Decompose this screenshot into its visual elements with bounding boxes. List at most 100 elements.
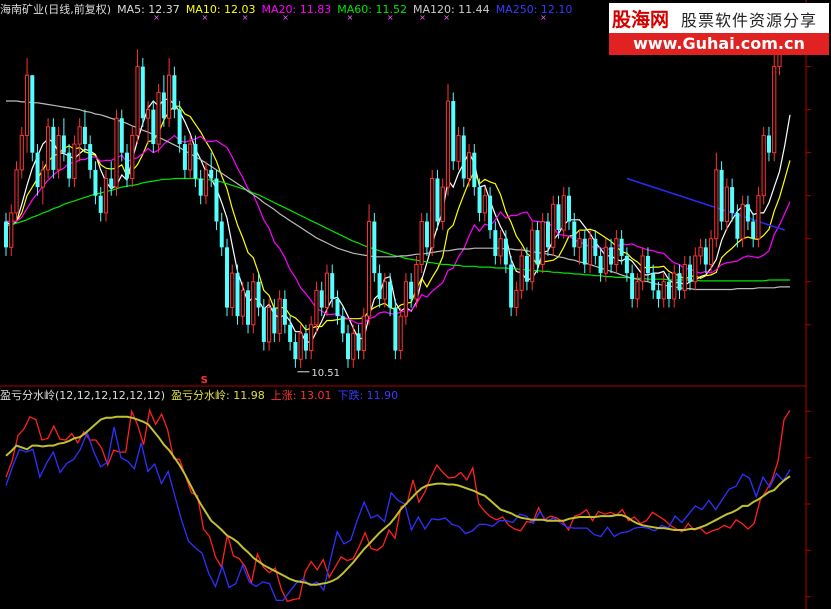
- ma250-label: MA250: 12.10: [495, 3, 573, 16]
- candle-body-down: [472, 152, 477, 188]
- candle-body-up: [230, 272, 235, 309]
- candle-body-down: [656, 290, 661, 299]
- candle-body-down: [751, 221, 756, 239]
- candle-body-up: [40, 169, 45, 188]
- signal-s-marker: S: [201, 375, 208, 386]
- candle-body-down: [82, 126, 87, 145]
- candle-body-down: [224, 247, 229, 308]
- candle-body-down: [666, 281, 671, 299]
- candle-body-up: [772, 66, 777, 154]
- candle-body-down: [51, 126, 56, 170]
- candle-body-up: [56, 134, 61, 171]
- candle-body-down: [582, 238, 587, 265]
- candle-body-up: [72, 143, 77, 179]
- candle-body-down: [424, 221, 429, 248]
- candle-body-up: [188, 143, 193, 171]
- candle-body-up: [640, 255, 645, 283]
- ma20-label: MA20: 11.83: [261, 3, 332, 16]
- candle-body-down: [488, 195, 493, 231]
- indicator-up-line: [5, 408, 791, 603]
- candle-body-up: [587, 238, 593, 266]
- candle-body-down: [303, 333, 308, 351]
- candle-body-down: [30, 75, 35, 153]
- candle-body-up: [114, 117, 119, 188]
- candle-body-down: [677, 273, 682, 291]
- candle-body-down: [261, 307, 266, 342]
- candle-body-up: [498, 238, 503, 257]
- candle-body-down: [140, 66, 145, 119]
- candle-body-down: [572, 221, 577, 248]
- candle-body-down: [619, 238, 624, 256]
- indicator-lines: [5, 408, 791, 603]
- candle-body-up: [130, 134, 135, 179]
- indicator-header: 盈亏分水岭(12,12,12,12,12,12) 盈亏分水岭: 11.98 上涨: …: [0, 390, 404, 402]
- candle-body-down: [346, 333, 351, 360]
- ma250-line: [626, 177, 785, 231]
- candle-body-down: [609, 247, 614, 265]
- candle-body-down: [214, 178, 219, 222]
- candle-body-up: [740, 203, 745, 240]
- candle-body-up: [551, 203, 556, 248]
- candle-body-up: [366, 221, 372, 317]
- candle-body-down: [151, 109, 156, 145]
- price-header: 海南矿业(日线,前复权) MA5: 12.37 MA10: 12.03 MA20: 1…: [0, 4, 578, 16]
- candle-body-down: [730, 187, 735, 213]
- candle-body-down: [109, 178, 114, 188]
- candle-body-down: [98, 195, 103, 213]
- candle-body-up: [314, 289, 319, 326]
- candle-body-down: [35, 152, 40, 188]
- candle-body-up: [251, 281, 256, 326]
- indicator-title: 盈亏分水岭(12,12,12,12,12,12): [0, 389, 166, 402]
- watermark-brand: 股海网: [612, 9, 670, 31]
- candle-body-up: [277, 298, 282, 334]
- candle-body-up: [482, 195, 487, 214]
- candle-body-down: [282, 298, 287, 325]
- candle-body-down: [209, 169, 214, 179]
- candle-body-up: [351, 332, 356, 360]
- candle-body-down: [4, 221, 8, 248]
- candle-body-up: [540, 221, 545, 266]
- candle-body-down: [651, 273, 656, 291]
- candle-body-down: [593, 238, 598, 256]
- candle-body-down: [272, 307, 277, 334]
- candle-body-up: [203, 169, 209, 197]
- candle-body-down: [477, 187, 482, 213]
- candle-body-down: [567, 195, 572, 222]
- ma10-label: MA10: 12.03: [185, 3, 256, 16]
- candle-body-up: [682, 264, 687, 291]
- stock-chart: × × × × × × × × ×10.51S: [0, 0, 811, 609]
- candle-body-up: [309, 324, 314, 352]
- candle-body-down: [451, 101, 456, 162]
- candle-body-up: [19, 134, 24, 171]
- candle-body-down: [503, 238, 508, 265]
- candle-body-down: [288, 324, 293, 342]
- candle-body-up: [440, 186, 445, 223]
- candle-body-down: [535, 230, 540, 265]
- candle-body-up: [45, 126, 51, 171]
- candle-body-up: [530, 229, 535, 283]
- candle-body-down: [172, 75, 177, 110]
- candle-body-up: [298, 332, 303, 360]
- candle-body-up: [135, 66, 140, 136]
- candle-body-down: [119, 118, 124, 153]
- candle-body-down: [372, 221, 377, 274]
- candle-body-up: [708, 238, 714, 266]
- candle-body-down: [703, 247, 708, 265]
- candle-body-up: [266, 307, 272, 343]
- candle-body-down: [645, 255, 650, 274]
- indicator-line1-label: 盈亏分水岭: 11.98: [171, 389, 265, 402]
- candle-body-up: [240, 289, 245, 317]
- watermark-url: www.Guhai.com.cn: [609, 33, 829, 55]
- watermark-logo: 股海网 股票软件资源分享 www.Guhai.com.cn: [609, 3, 829, 55]
- candle-body-down: [766, 135, 771, 153]
- candle-body-down: [319, 290, 324, 308]
- candle-body-up: [9, 212, 14, 248]
- ma60-label: MA60: 11.52: [337, 3, 407, 16]
- candle-body-up: [672, 272, 677, 300]
- candle-body-up: [156, 91, 161, 145]
- ma5-label: MA5: 12.37: [117, 3, 180, 16]
- candle-body-down: [125, 152, 130, 179]
- candle-body-up: [761, 134, 766, 197]
- candle-body-up: [103, 177, 109, 214]
- candle-body-down: [545, 221, 550, 248]
